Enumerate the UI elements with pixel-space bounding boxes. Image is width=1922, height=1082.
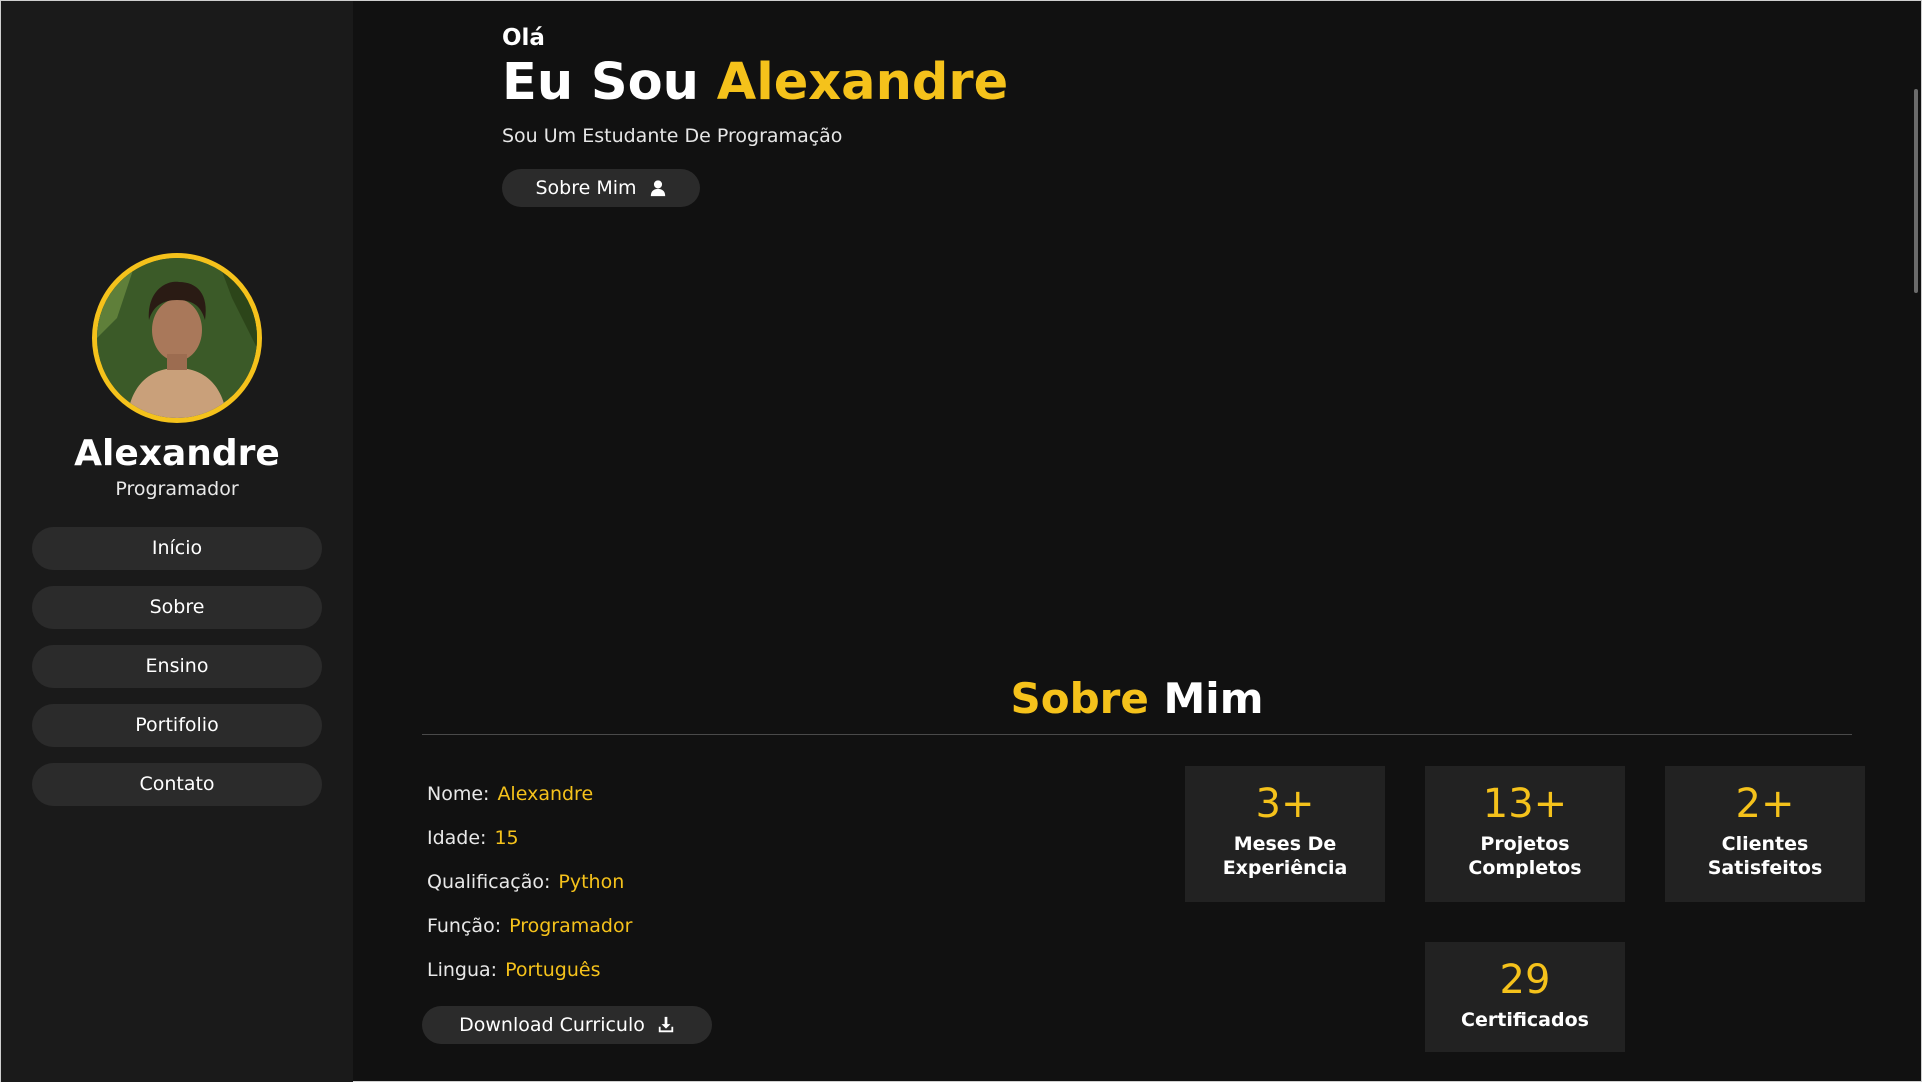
stat-label: Projetos Completos xyxy=(1468,833,1582,879)
info-key: Qualificação: xyxy=(427,871,551,893)
info-key: Lingua: xyxy=(427,959,498,981)
stat-label: Certificados xyxy=(1461,1009,1589,1031)
section-title-about: Sobre Mim xyxy=(422,674,1852,723)
hero-title: Eu Sou Alexandre xyxy=(502,53,1008,112)
profile-photo xyxy=(97,258,257,418)
info-value: Alexandre xyxy=(497,783,594,805)
hero-greeting: Olá xyxy=(502,25,545,51)
stat-card-projects: 13+ Projetos Completos xyxy=(1425,766,1625,902)
nav-item-portifolio[interactable]: Portifolio xyxy=(32,704,322,747)
info-key: Função: xyxy=(427,915,502,937)
scrollbar[interactable] xyxy=(1907,1,1921,1082)
info-value: 15 xyxy=(494,827,519,849)
nav-item-inicio[interactable]: Início xyxy=(32,527,322,570)
hero-title-name: Alexandre xyxy=(716,53,1009,112)
sidebar: Alexandre Programador Início Sobre Ensin… xyxy=(1,1,353,1082)
info-value: Python xyxy=(558,871,625,893)
info-value: Programador xyxy=(509,915,633,937)
user-icon xyxy=(649,179,667,197)
download-cv-button[interactable]: Download Curriculo xyxy=(422,1006,712,1044)
download-cv-button-label: Download Curriculo xyxy=(459,1014,645,1036)
stat-number: 2+ xyxy=(1735,781,1795,827)
hero-title-prefix: Eu Sou xyxy=(502,53,699,112)
sidebar-role: Programador xyxy=(115,478,239,500)
info-row-age: Idade: 15 xyxy=(427,827,632,871)
stat-card-certificates: 29 Certificados xyxy=(1425,942,1625,1052)
sidebar-name: Alexandre xyxy=(74,433,280,474)
stat-card-clients: 2+ Clientes Satisfeitos xyxy=(1665,766,1865,902)
stat-number: 29 xyxy=(1499,957,1551,1003)
nav-item-sobre[interactable]: Sobre xyxy=(32,586,322,629)
stat-number: 3+ xyxy=(1255,781,1315,827)
sidebar-nav: Início Sobre Ensino Portifolio Contato xyxy=(32,527,322,822)
info-value: Português xyxy=(505,959,601,981)
hero-subtitle: Sou Um Estudante De Programação xyxy=(502,125,843,147)
download-icon xyxy=(657,1016,675,1034)
info-key: Idade: xyxy=(427,827,487,849)
scrollbar-thumb[interactable] xyxy=(1914,89,1918,293)
info-row-name: Nome: Alexandre xyxy=(427,783,632,827)
section-divider xyxy=(422,734,1852,735)
info-row-language: Lingua: Português xyxy=(427,959,632,1003)
about-me-button[interactable]: Sobre Mim xyxy=(502,169,700,207)
stat-label: Meses De Experiência xyxy=(1222,833,1348,879)
personal-info-list: Nome: Alexandre Idade: 15 Qualificação: Pyt… xyxy=(427,783,632,1003)
info-row-role: Função: Programador xyxy=(427,915,632,959)
stat-number: 13+ xyxy=(1482,781,1568,827)
stat-label: Clientes Satisfeitos xyxy=(1707,833,1823,879)
section-title-accent: Sobre xyxy=(1010,674,1149,723)
info-row-qualification: Qualificação: Python xyxy=(427,871,632,915)
about-me-button-label: Sobre Mim xyxy=(535,177,637,199)
stat-card-experience: 3+ Meses De Experiência xyxy=(1185,766,1385,902)
page: Alexandre Programador Início Sobre Ensin… xyxy=(0,0,1922,1082)
info-key: Nome: xyxy=(427,783,490,805)
nav-item-ensino[interactable]: Ensino xyxy=(32,645,322,688)
profile-avatar xyxy=(92,253,262,423)
section-title-rest: Mim xyxy=(1163,674,1264,723)
nav-item-contato[interactable]: Contato xyxy=(32,763,322,806)
